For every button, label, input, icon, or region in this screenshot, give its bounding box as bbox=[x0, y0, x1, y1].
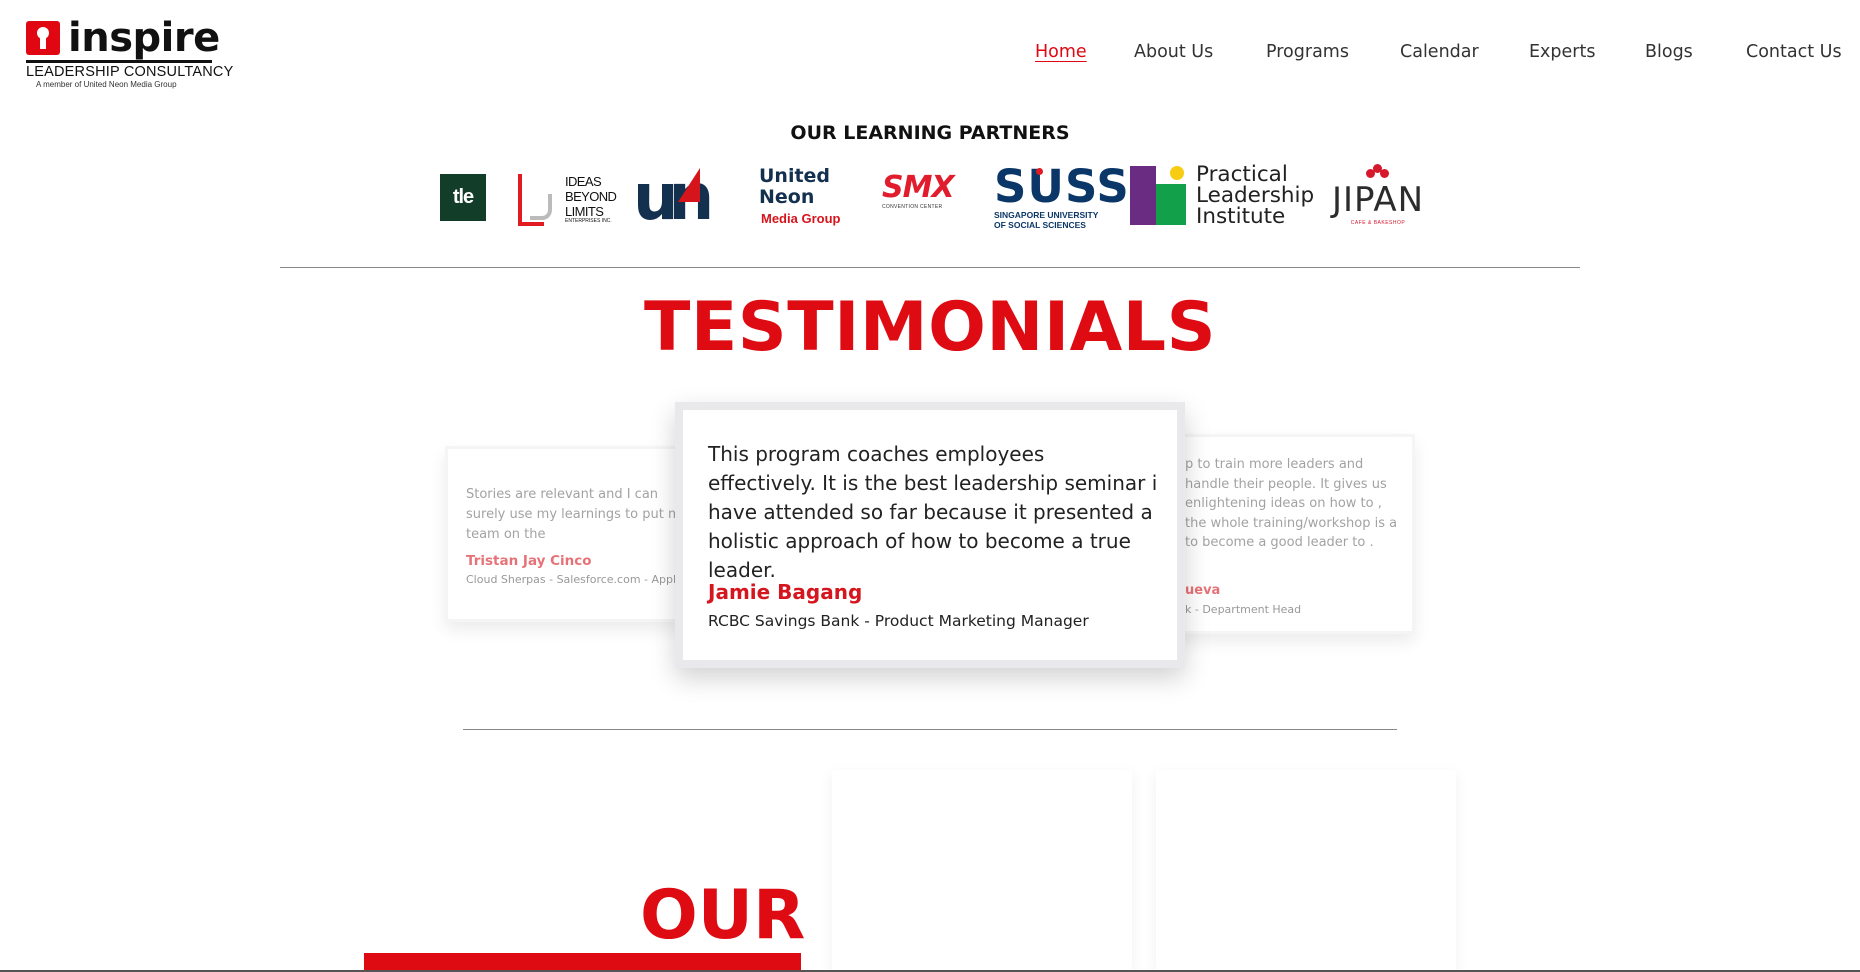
testimonial-quote: p to train more leaders and handle their… bbox=[1185, 457, 1398, 550]
testimonials-title: TESTIMONIALS bbox=[643, 288, 1217, 367]
smx-text: SMX bbox=[882, 170, 955, 205]
section-divider bbox=[280, 267, 1580, 268]
suss-text: SUSS bbox=[994, 160, 1130, 213]
testimonial-name: Tristan Jay Cinco bbox=[466, 553, 592, 569]
partner-logo-united-neon: un United Neon Media Group bbox=[633, 165, 843, 231]
nav-about-us[interactable]: About Us bbox=[1134, 42, 1213, 62]
testimonial-role: Cloud Sherpas - Salesforce.com - Applica… bbox=[466, 573, 682, 586]
testimonial-card-active[interactable]: This program coaches employees effective… bbox=[675, 402, 1185, 668]
partner-logo-smx: SMX CONVENTION CENTER bbox=[882, 172, 966, 218]
partner-logo-suss: SUSS SINGAPORE UNIVERSITY OF SOCIAL SCIE… bbox=[994, 160, 1130, 231]
un-name: United Neon bbox=[759, 165, 831, 208]
partners-title: OUR LEARNING PARTNERS bbox=[790, 122, 1070, 144]
testimonial-card-left[interactable]: Stories are relevant and I can surely us… bbox=[445, 446, 685, 622]
content-card bbox=[832, 770, 1132, 972]
nav-blogs[interactable]: Blogs bbox=[1645, 42, 1693, 62]
un-group: Media Group bbox=[761, 211, 841, 226]
testimonial-role: RCBC Savings Bank - Product Marketing Ma… bbox=[708, 612, 1089, 630]
suss-small: SINGAPORE UNIVERSITY OF SOCIAL SCIENCES bbox=[994, 210, 1099, 230]
testimonial-card-right[interactable]: p to train more leaders and handle their… bbox=[1170, 434, 1415, 634]
partner-logo-jipan: JIPAN CAFE & BAKESHOP bbox=[1330, 164, 1426, 228]
nav-calendar[interactable]: Calendar bbox=[1400, 42, 1479, 62]
nav-programs[interactable]: Programs bbox=[1266, 42, 1349, 62]
content-card bbox=[1156, 770, 1456, 972]
nav-experts[interactable]: Experts bbox=[1529, 42, 1595, 62]
testimonial-quote: This program coaches employees effective… bbox=[708, 442, 1158, 582]
testimonial-name: Jamie Bagang bbox=[708, 580, 863, 604]
nav-contact-us[interactable]: Contact Us bbox=[1746, 42, 1842, 62]
ibl-small: ENTERPRISES INC. bbox=[565, 218, 612, 224]
section-divider bbox=[463, 729, 1397, 730]
brand-tagline: A member of United Neon Media Group bbox=[36, 80, 177, 89]
nav-home[interactable]: Home bbox=[1035, 42, 1087, 62]
partner-logo-ideas-beyond-limits: IDEAS BEYOND LIMITS ENTERPRISES INC. bbox=[516, 172, 617, 228]
pli-text: Practical Leadership Institute bbox=[1196, 162, 1315, 229]
ibl-text: IDEAS BEYOND LIMITS bbox=[565, 174, 617, 219]
partner-logo-tle: tle bbox=[440, 174, 486, 221]
jipan-small: CAFE & BAKESHOP bbox=[1350, 220, 1406, 226]
main-nav: Home About Us Programs Calendar Experts … bbox=[0, 42, 1860, 72]
testimonial-quote: Stories are relevant and I can surely us… bbox=[466, 487, 685, 542]
partner-logo-practical-leadership-institute: Practical Leadership Institute bbox=[1130, 164, 1316, 228]
testimonial-role: k - Department Head bbox=[1185, 603, 1302, 616]
flower-icon bbox=[1366, 164, 1390, 178]
testimonial-name: ueva bbox=[1185, 583, 1221, 598]
jipan-text: JIPAN bbox=[1331, 180, 1425, 220]
section-heading-our: OUR bbox=[640, 876, 806, 955]
